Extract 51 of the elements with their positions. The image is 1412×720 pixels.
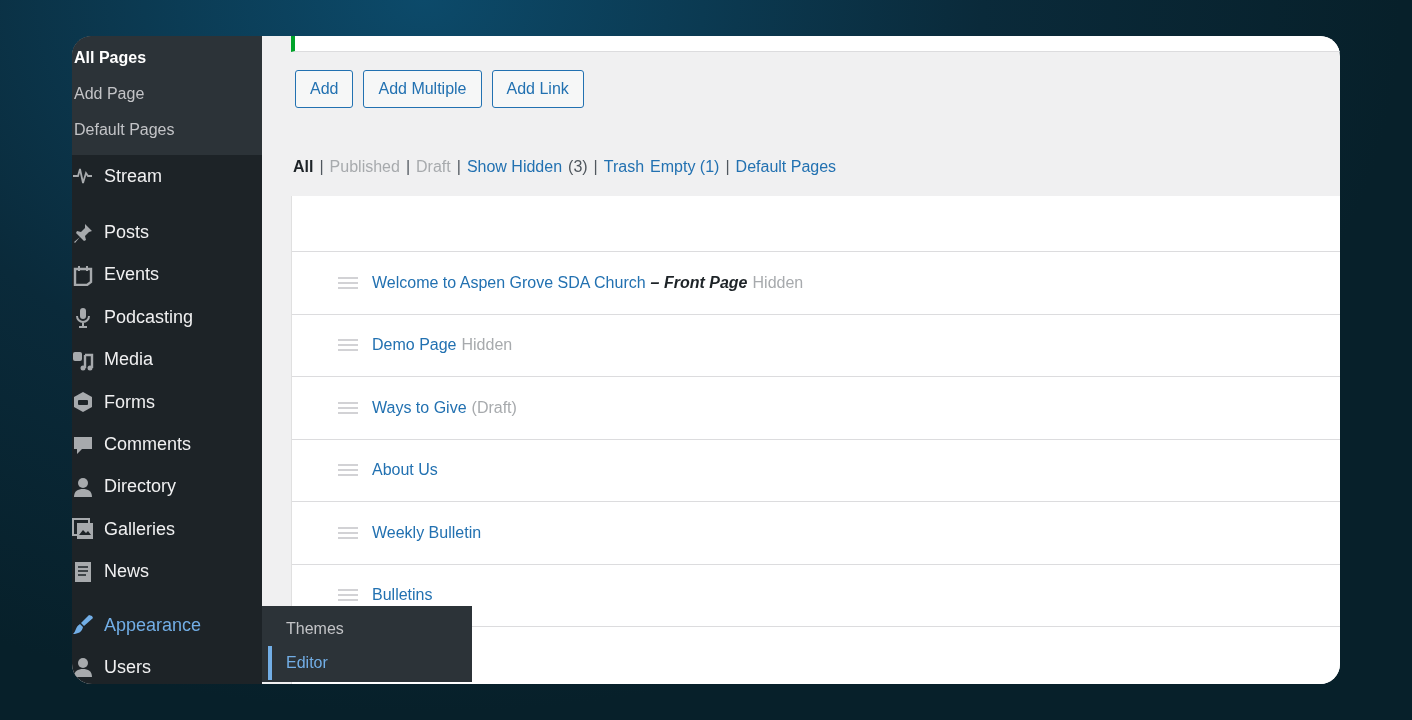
pushpin-icon (72, 221, 94, 244)
menu-item[interactable]: Appearance (72, 603, 262, 647)
filter-link[interactable]: Trash (603, 158, 645, 176)
page-title-link[interactable]: About Us (372, 461, 438, 480)
separator: | (319, 158, 324, 176)
page-status: Hidden (461, 336, 513, 355)
filter-link[interactable]: Default Pages (735, 158, 837, 176)
menu-item[interactable]: Galleries (72, 508, 262, 551)
filter-link[interactable]: Show Hidden (466, 158, 563, 176)
drag-handle-icon[interactable] (338, 463, 358, 478)
drag-handle-icon[interactable] (338, 588, 358, 603)
paintbrush-icon (72, 614, 94, 637)
page-status: (Draft) (471, 398, 517, 417)
submenu-item[interactable]: All Pages (72, 40, 262, 76)
separator: | (593, 158, 598, 176)
add-button[interactable]: Add Multiple (363, 70, 482, 108)
page-title-link[interactable]: Weekly Bulletin (372, 523, 482, 542)
separator: | (725, 158, 730, 176)
flyout-item[interactable]: Themes (262, 612, 472, 646)
submenu-item[interactable]: Add Page (72, 76, 262, 112)
menu-item[interactable]: Media (72, 338, 262, 381)
add-button[interactable]: Add Link (491, 70, 584, 108)
filter-link[interactable]: Empty (1) (650, 158, 720, 176)
page-title-link[interactable]: Ways to Give (372, 398, 467, 417)
menu-item[interactable]: Directory (72, 465, 262, 509)
menu-item[interactable]: Stream (72, 155, 262, 198)
page-title-link[interactable]: Demo Page (372, 336, 457, 355)
person-icon (72, 475, 94, 498)
drag-handle-icon[interactable] (338, 275, 358, 290)
menu-item[interactable]: Users (72, 646, 262, 684)
page-note: – Front Page (650, 273, 748, 292)
page-title-link[interactable]: Welcome to Aspen Grove SDA Church (372, 273, 646, 292)
menu-item[interactable]: Forms (72, 380, 262, 424)
drag-handle-icon[interactable] (338, 400, 358, 415)
flyout-item[interactable]: Editor (268, 646, 472, 680)
submenu-item[interactable]: Default Pages (72, 112, 262, 148)
menu-item[interactable]: Podcasting (72, 296, 262, 339)
add-button[interactable]: Add (295, 70, 354, 108)
menu-item[interactable]: Posts (72, 211, 262, 254)
page-status: Hidden (752, 273, 804, 292)
drag-handle-icon[interactable] (338, 338, 358, 353)
filter-count: (3) (568, 158, 588, 176)
separator: | (405, 158, 411, 176)
menu-item[interactable]: News (72, 550, 262, 593)
person-icon (72, 656, 94, 679)
page-title-link[interactable]: Bulletins (372, 586, 433, 605)
menu-item[interactable]: Events (72, 253, 262, 297)
separator: | (456, 158, 461, 176)
calendar-icon (72, 263, 94, 286)
menu-item[interactable]: Comments (72, 423, 262, 466)
drag-handle-icon[interactable] (338, 525, 358, 540)
